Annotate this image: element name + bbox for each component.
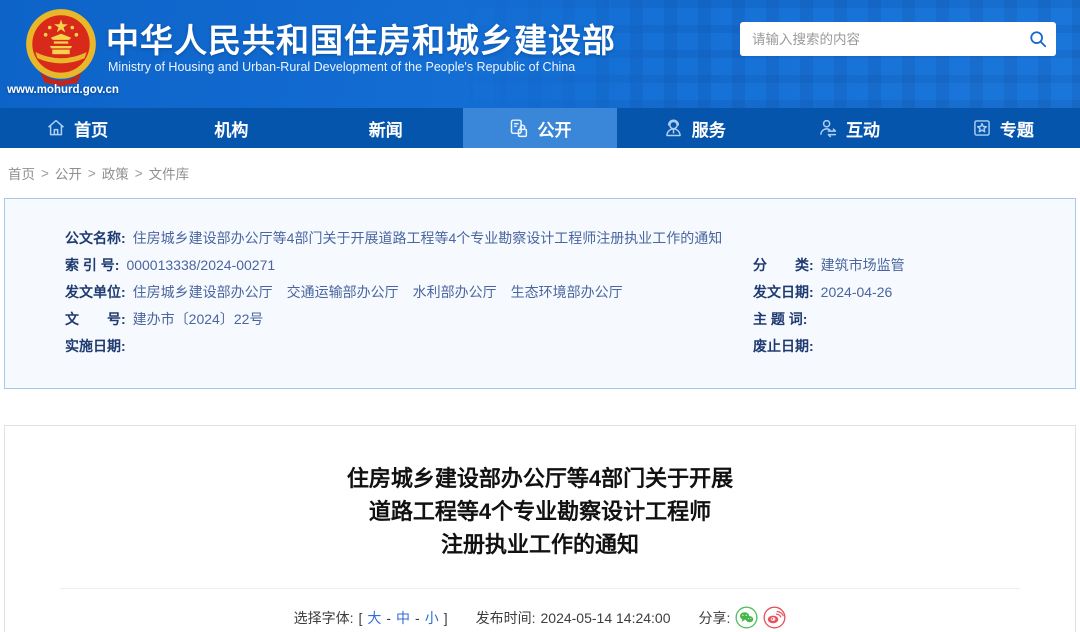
meta-label: 实施日期: xyxy=(65,338,126,354)
nav-item-news[interactable]: 新闻 xyxy=(309,108,463,148)
nav-label: 服务 xyxy=(692,116,726,141)
article-divider xyxy=(60,588,1020,589)
meta-index-no: 索 引 号: 000013338/2024-00271 xyxy=(65,252,753,279)
publish-time-value: 2024-05-14 14:24:00 xyxy=(541,610,671,626)
search-input[interactable] xyxy=(740,22,1020,56)
nav-label: 公开 xyxy=(537,116,571,141)
search-button[interactable] xyxy=(1020,22,1056,56)
meta-label: 文 号: xyxy=(65,311,126,327)
nav-item-home[interactable]: 首页 xyxy=(0,108,154,148)
meta-impl-date: 实施日期: xyxy=(65,333,753,360)
article-box: 住房城乡建设部办公厅等4部门关于开展 道路工程等4个专业勘察设计工程师 注册执业… xyxy=(4,425,1076,632)
publish-time: 发布时间: 2024-05-14 14:24:00 xyxy=(476,608,671,628)
search-icon xyxy=(1029,30,1047,48)
meta-label: 主 题 词: xyxy=(753,311,807,327)
nav-label: 机构 xyxy=(214,116,248,141)
font-size-separator: - xyxy=(386,610,391,626)
meta-label: 发文单位: xyxy=(65,284,126,300)
breadcrumb-policy[interactable]: 政策 xyxy=(102,163,129,183)
site-header: www.mohurd.gov.cn 中华人民共和国住房和城乡建设部 Minist… xyxy=(0,0,1080,108)
weibo-icon xyxy=(763,606,786,629)
meta-value: 建办市〔2024〕22号 xyxy=(133,311,264,327)
wechat-share-button[interactable] xyxy=(735,606,758,629)
main-nav: 首页 机构 新闻 公开 服务 xyxy=(0,108,1080,148)
service-person-icon xyxy=(663,118,684,139)
share-label: 分享: xyxy=(699,608,731,628)
nav-item-orgs[interactable]: 机构 xyxy=(154,108,308,148)
section-gap xyxy=(0,389,1080,425)
meta-issue-date: 发文日期: 2024-04-26 xyxy=(753,279,1065,306)
nav-item-topics[interactable]: 专题 xyxy=(926,108,1080,148)
meta-label: 索 引 号: xyxy=(65,257,119,273)
breadcrumb-home[interactable]: 首页 xyxy=(8,163,35,183)
nav-label: 互动 xyxy=(846,116,880,141)
meta-value: 2024-04-26 xyxy=(821,284,893,300)
font-bracket-close: ] xyxy=(444,610,448,626)
meta-doc-no: 文 号: 建办市〔2024〕22号 xyxy=(65,306,753,333)
breadcrumb-separator: > xyxy=(41,166,49,181)
meta-value: 建筑市场监管 xyxy=(821,257,905,273)
meta-category: 分 类: 建筑市场监管 xyxy=(753,252,1065,279)
nav-label: 首页 xyxy=(74,116,108,141)
meta-subject-words: 主 题 词: xyxy=(753,306,1065,333)
font-size-medium-button[interactable]: 中 xyxy=(396,608,410,628)
search-box xyxy=(740,22,1056,56)
site-url: www.mohurd.gov.cn xyxy=(4,84,122,96)
breadcrumb-separator: > xyxy=(135,166,143,181)
font-bracket-open: [ xyxy=(358,610,362,626)
document-meta-box: 公文名称: 住房城乡建设部办公厅等4部门关于开展道路工程等4个专业勘察设计工程师注… xyxy=(4,198,1076,389)
breadcrumb: 首页 > 公开 > 政策 > 文件库 xyxy=(0,148,1080,198)
font-size-small-button[interactable]: 小 xyxy=(425,608,439,628)
breadcrumb-library[interactable]: 文件库 xyxy=(149,163,190,183)
nav-item-disclosure[interactable]: 公开 xyxy=(463,108,617,148)
nav-item-services[interactable]: 服务 xyxy=(617,108,771,148)
article-info-row: 选择字体: [ 大 - 中 - 小 ] 发布时间: 2024-05-14 14:… xyxy=(5,606,1075,629)
wechat-icon xyxy=(735,606,758,629)
meta-issuing-unit: 发文单位: 住房城乡建设部办公厅 交通运输部办公厅 水利部办公厅 生态环境部办公厅 xyxy=(65,279,753,306)
article-title-line: 注册执业工作的通知 xyxy=(5,528,1075,561)
font-size-separator: - xyxy=(415,610,420,626)
meta-label: 分 类: xyxy=(753,257,814,273)
meta-value: 000013338/2024-00271 xyxy=(126,257,275,273)
disclosure-doc-lock-icon xyxy=(508,118,529,139)
weibo-share-button[interactable] xyxy=(763,606,786,629)
article-title-line: 道路工程等4个专业勘察设计工程师 xyxy=(5,495,1075,528)
site-title-cn: 中华人民共和国住房和城乡建设部 xyxy=(106,14,616,62)
font-size-selector: 选择字体: [ 大 - 中 - 小 ] xyxy=(294,608,448,628)
publish-time-label: 发布时间: xyxy=(476,608,536,628)
topics-star-icon xyxy=(972,118,992,138)
font-size-large-button[interactable]: 大 xyxy=(367,608,381,628)
nav-item-interaction[interactable]: 互动 xyxy=(771,108,925,148)
meta-value: 住房城乡建设部办公厅等4部门关于开展道路工程等4个专业勘察设计工程师注册执业工作… xyxy=(133,230,723,246)
meta-doc-name: 公文名称: 住房城乡建设部办公厅等4部门关于开展道路工程等4个专业勘察设计工程师注… xyxy=(65,225,1065,252)
article-title-line: 住房城乡建设部办公厅等4部门关于开展 xyxy=(5,462,1075,495)
meta-label: 公文名称: xyxy=(65,230,126,246)
meta-value: 住房城乡建设部办公厅 交通运输部办公厅 水利部办公厅 生态环境部办公厅 xyxy=(133,284,623,300)
interaction-person-arrows-icon xyxy=(817,118,838,139)
meta-label: 废止日期: xyxy=(753,338,814,354)
font-select-label: 选择字体: xyxy=(294,608,354,628)
nav-label: 专题 xyxy=(1000,116,1034,141)
breadcrumb-disclosure[interactable]: 公开 xyxy=(55,163,82,183)
share-controls: 分享: xyxy=(699,606,787,629)
meta-label: 发文日期: xyxy=(753,284,814,300)
home-icon xyxy=(46,118,66,138)
site-title-en: Ministry of Housing and Urban-Rural Deve… xyxy=(108,60,575,74)
nav-label: 新闻 xyxy=(369,116,403,141)
breadcrumb-separator: > xyxy=(88,166,96,181)
national-emblem-logo xyxy=(20,5,102,87)
meta-repeal-date: 废止日期: xyxy=(753,333,1065,360)
article-title: 住房城乡建设部办公厅等4部门关于开展 道路工程等4个专业勘察设计工程师 注册执业… xyxy=(5,462,1075,561)
